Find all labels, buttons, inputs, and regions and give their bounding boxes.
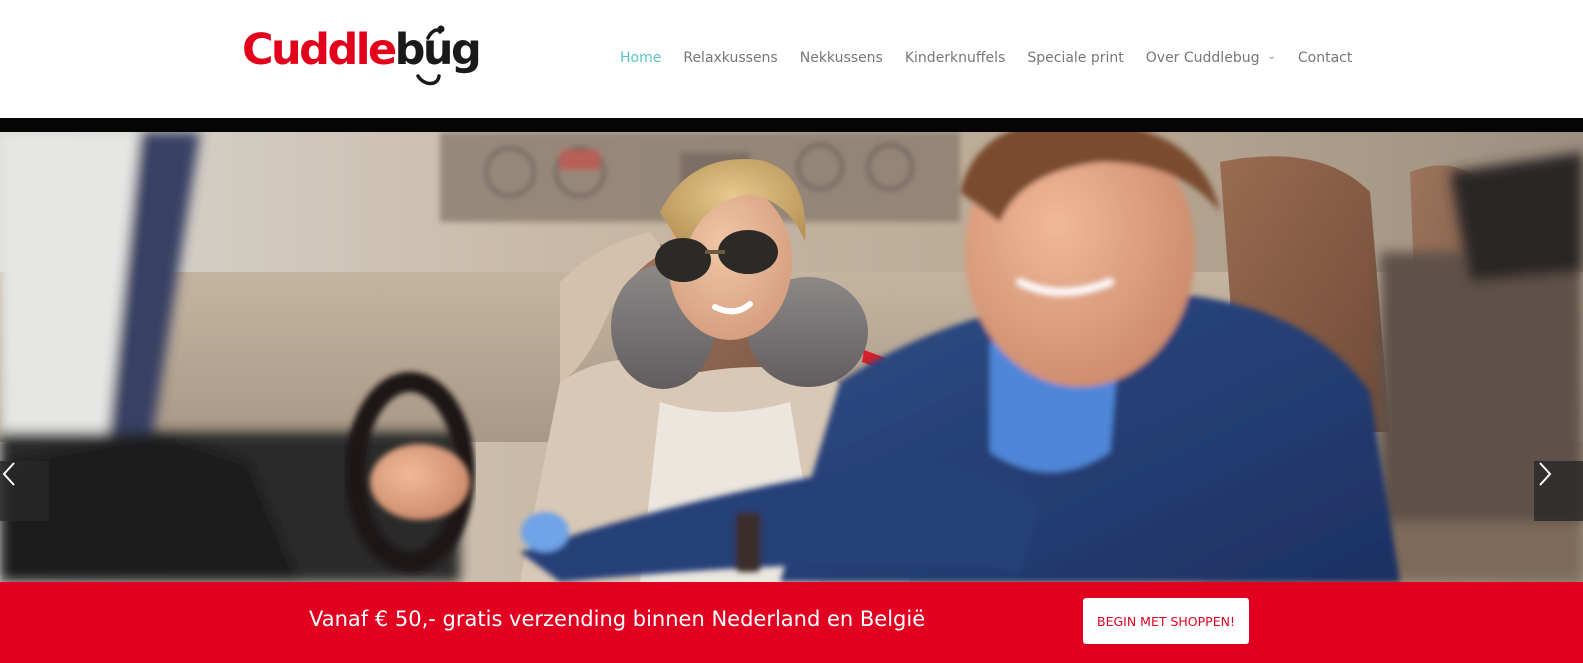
free-shipping-text: Vanaf € 50,- gratis verzending binnen Ne… (309, 607, 926, 631)
bug-antenna-icon (416, 25, 445, 86)
chevron-right-icon (1539, 462, 1552, 486)
nav-item-over-cuddlebug[interactable]: Over Cuddlebug ⌄ (1146, 48, 1276, 68)
nav-item-contact[interactable]: Contact (1298, 48, 1352, 68)
nav-item-home[interactable]: Home (620, 48, 661, 68)
main-nav: Home Relaxkussens Nekkussens Kinderknuff… (620, 48, 1374, 68)
nav-item-label: Nekkussens (799, 50, 883, 66)
start-shopping-button[interactable]: BEGIN MET SHOPPEN! (1083, 598, 1249, 644)
nav-item-label: Over Cuddlebug (1145, 50, 1260, 66)
chevron-left-icon (2, 462, 15, 486)
hero-slider (0, 132, 1583, 582)
cuddlebug-logo[interactable]: Cuddlebug (242, 20, 482, 90)
nav-item-nekkussens[interactable]: Nekkussens (800, 48, 883, 68)
slider-next-button[interactable] (1534, 461, 1583, 521)
hero-image (0, 132, 1583, 582)
promo-bar: Vanaf € 50,- gratis verzending binnen Ne… (0, 582, 1583, 663)
slider-prev-button[interactable] (0, 461, 49, 521)
nav-item-label: Contact (1297, 50, 1353, 66)
nav-item-label: Speciale print (1027, 50, 1124, 66)
site-header: Cuddlebug Home Relaxkussens Nekkussens K… (0, 0, 1583, 118)
nav-item-label: Kinderknuffels (904, 50, 1006, 66)
header-divider-band (0, 118, 1583, 132)
nav-item-relaxkussens[interactable]: Relaxkussens (683, 48, 777, 68)
nav-item-label: Home (620, 50, 662, 66)
nav-item-kinderknuffels[interactable]: Kinderknuffels (905, 48, 1006, 68)
chevron-down-icon: ⌄ (1267, 51, 1276, 62)
nav-item-speciale-print[interactable]: Speciale print (1027, 48, 1123, 68)
nav-item-label: Relaxkussens (683, 50, 778, 66)
